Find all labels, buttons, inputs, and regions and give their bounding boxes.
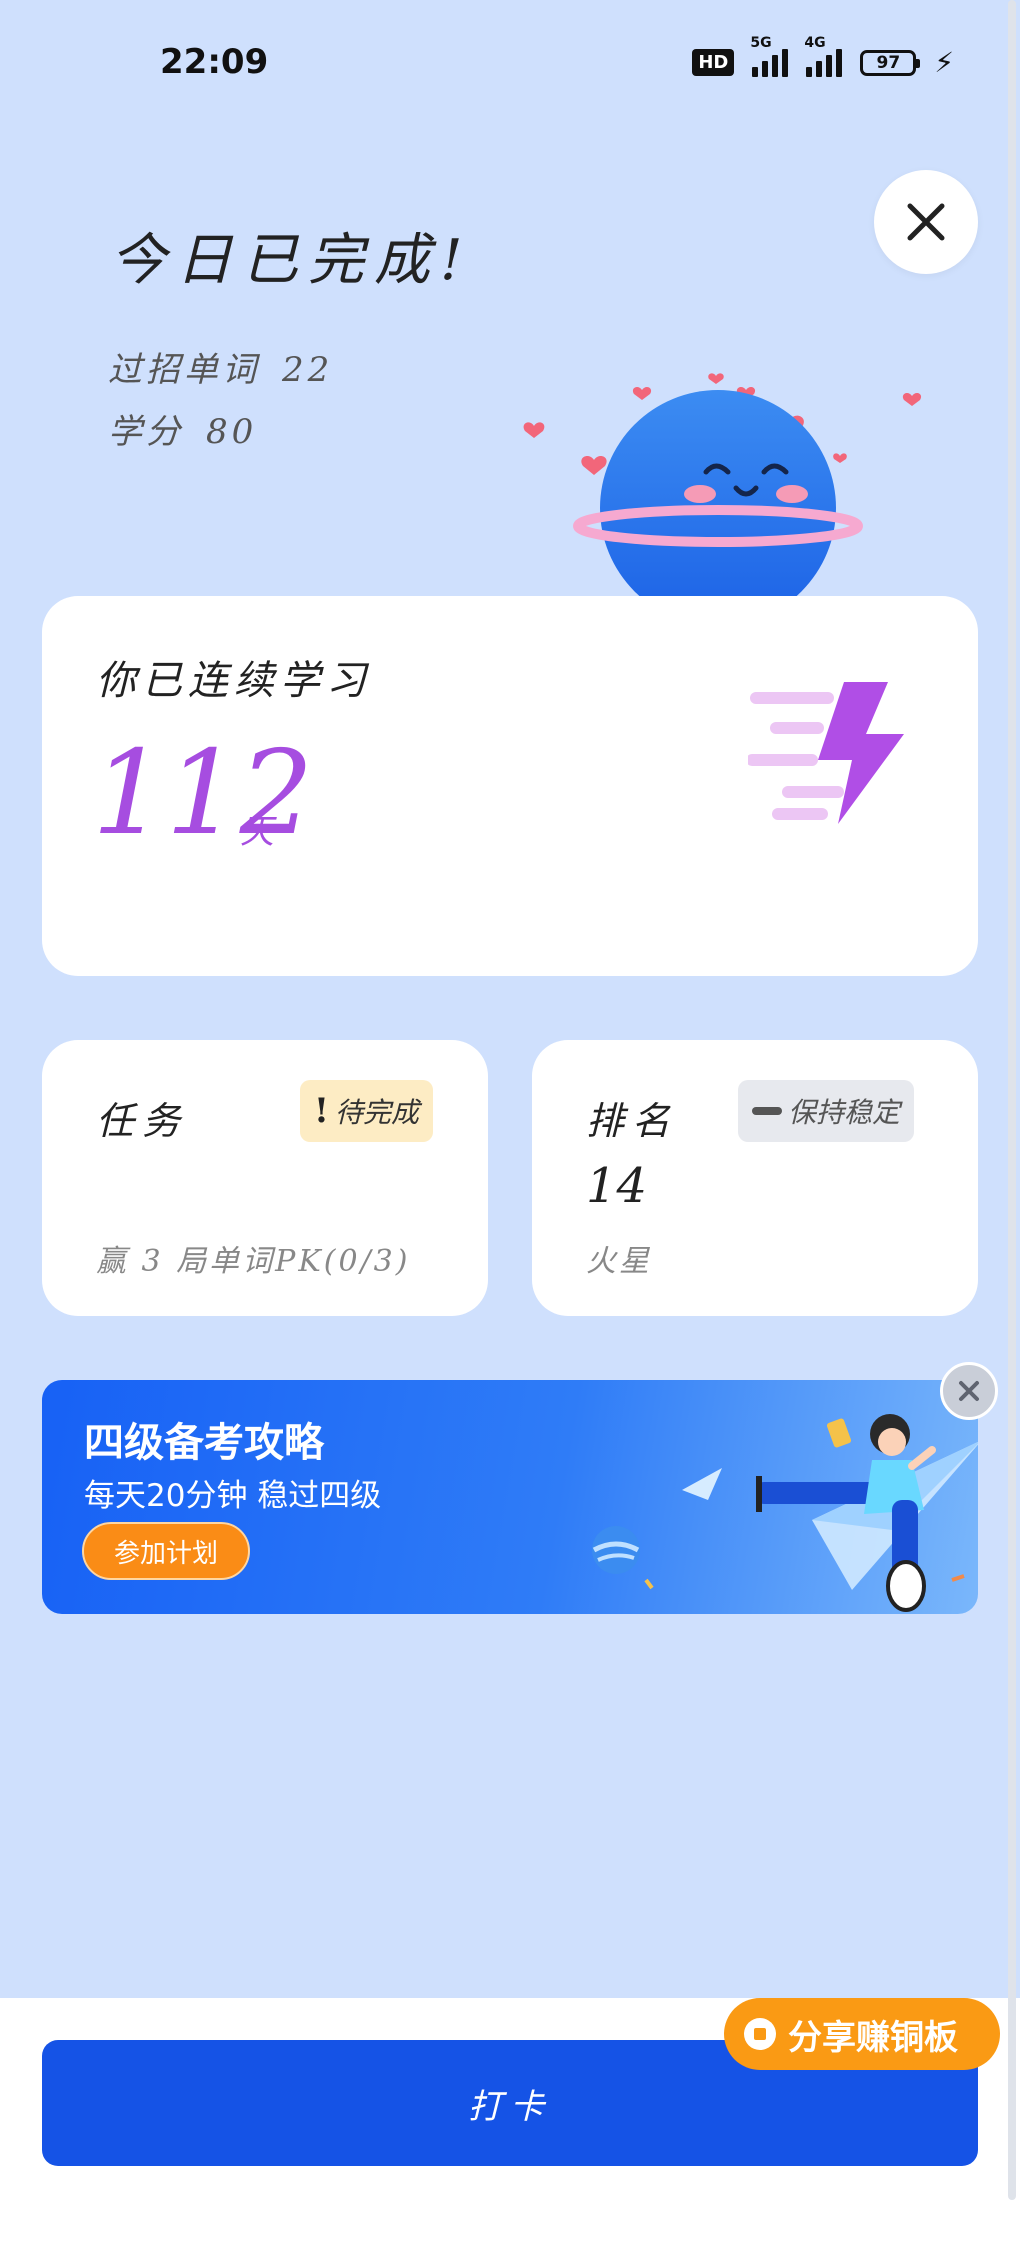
streak-days: 112 <box>92 726 314 861</box>
banner-close-button[interactable] <box>940 1362 998 1420</box>
signal-icon-2: 4G <box>804 35 843 77</box>
rank-card[interactable]: 排名 保持稳定 14 火星 <box>532 1040 978 1316</box>
scrollbar[interactable] <box>1008 0 1016 2200</box>
cet4-banner[interactable]: 四级备考攻略 每天20分钟 稳过四级 参加计划 <box>42 1380 978 1614</box>
credits-value: 80 <box>206 412 258 452</box>
rank-league: 火星 <box>586 1244 652 1279</box>
lightning-icon <box>748 682 904 824</box>
rank-title: 排名 <box>586 1099 679 1143</box>
status-time: 22:09 <box>160 42 269 82</box>
page-title: 今日已完成! <box>110 228 473 293</box>
credits-stat: 学分 80 <box>108 404 257 453</box>
words-label: 过招单词 <box>108 350 260 390</box>
join-plan-button[interactable]: 参加计划 <box>82 1522 250 1580</box>
close-button[interactable] <box>874 170 978 274</box>
streak-unit: 天 <box>240 812 274 852</box>
words-stat: 过招单词 22 <box>108 342 333 391</box>
status-bar: 22:09 HD 5G 4G 97 ⚡ <box>0 0 1020 120</box>
streak-label: 你已连续学习 <box>96 658 372 704</box>
hd-icon: HD <box>692 49 735 76</box>
coin-icon <box>744 2018 776 2050</box>
share-label: 分享赚铜板 <box>788 2017 958 2058</box>
task-badge-label: 待完成 <box>334 1096 419 1129</box>
signal-icon: 5G <box>750 35 789 77</box>
task-title: 任务 <box>96 1099 189 1143</box>
rank-badge-label: 保持稳定 <box>788 1096 901 1129</box>
battery-icon: 97 <box>860 49 921 76</box>
words-value: 22 <box>282 350 334 390</box>
banner-subtitle: 每天20分钟 稳过四级 <box>84 1478 382 1514</box>
status-icons: HD 5G 4G 97 ⚡ <box>692 35 954 79</box>
close-icon <box>907 203 945 241</box>
dash-icon <box>752 1107 782 1115</box>
planet-mascot <box>523 373 922 600</box>
credits-label: 学分 <box>108 412 184 452</box>
share-button[interactable]: 分享赚铜板 <box>724 1998 1000 2070</box>
rank-value: 14 <box>586 1158 648 1214</box>
banner-illustration <box>592 1414 978 1612</box>
streak-card: 你已连续学习 112 天 <box>42 596 978 976</box>
charging-icon: ⚡ <box>934 46 954 79</box>
task-detail: 赢 3 局单词PK(0/3) <box>96 1244 411 1279</box>
banner-title: 四级备考攻略 <box>84 1420 324 1466</box>
close-icon <box>959 1381 979 1401</box>
status-badge: ! 待完成 <box>300 1080 433 1142</box>
task-card[interactable]: 任务 ! 待完成 赢 3 局单词PK(0/3) <box>42 1040 488 1316</box>
alert-icon: ! <box>314 1091 329 1131</box>
rank-badge: 保持稳定 <box>738 1080 915 1142</box>
